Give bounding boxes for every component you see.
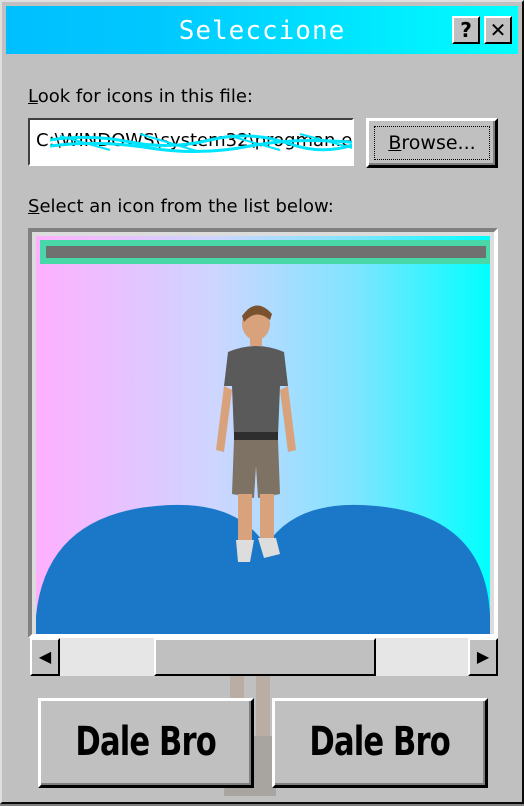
dale-bro-right-label: Dale Bro (309, 719, 451, 765)
horizontal-scrollbar[interactable]: ◀ ▶ (30, 638, 498, 676)
scribble-overlay (50, 133, 352, 154)
browse-label: Browse... (388, 132, 475, 154)
scene-art (36, 305, 490, 634)
file-label-accel: L (28, 86, 38, 107)
title-bar[interactable]: Seleccione ? ✕ (6, 6, 518, 54)
scroll-thumb[interactable] (154, 638, 376, 676)
file-label-text: ook for icons in this file: (37, 86, 253, 107)
icon-preview (36, 236, 490, 634)
browse-button[interactable]: Browse... (366, 118, 498, 168)
dale-bro-left-label: Dale Bro (75, 719, 217, 765)
scroll-right-button[interactable]: ▶ (468, 638, 498, 676)
list-label-text: elect an icon from the list below: (39, 196, 334, 217)
file-path-input[interactable]: C:\WINDOWS\system32\progman.e (28, 118, 354, 166)
list-label: Select an icon from the list below: (28, 196, 334, 217)
list-label-accel: S (28, 196, 40, 217)
dale-bro-button-left[interactable]: Dale Bro (38, 698, 254, 788)
icon-list[interactable] (28, 228, 498, 638)
close-button[interactable]: ✕ (484, 16, 512, 44)
browse-accel: B (388, 132, 402, 154)
dale-bro-button-right[interactable]: Dale Bro (272, 698, 488, 788)
browse-label-text: rowse... (401, 132, 476, 154)
scroll-left-button[interactable]: ◀ (30, 638, 60, 676)
window-title: Seleccione (178, 16, 346, 46)
file-label: Look for icons in this file: (28, 86, 253, 107)
help-button[interactable]: ? (452, 16, 480, 44)
